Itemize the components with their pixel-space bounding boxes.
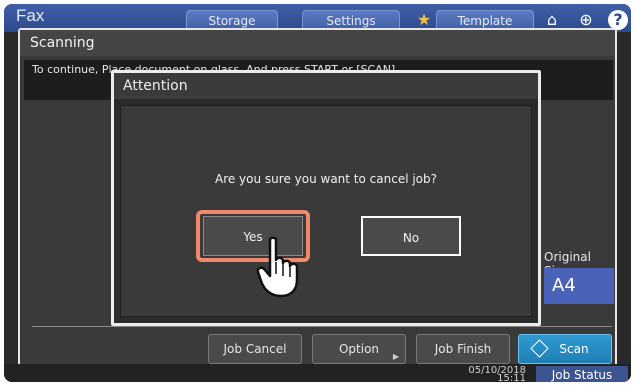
- original-size-value[interactable]: A4: [544, 268, 614, 304]
- scanning-title: Scanning: [20, 30, 615, 56]
- divider: [32, 326, 612, 327]
- attention-message: Are you sure you want to cancel job?: [214, 172, 438, 186]
- job-finish-button[interactable]: Job Finish: [416, 334, 510, 364]
- attention-frame: Attention Are you sure you want to cance…: [114, 73, 538, 323]
- job-cancel-button[interactable]: Job Cancel: [208, 334, 302, 364]
- job-status-button[interactable]: Job Status: [536, 366, 628, 382]
- arrow-right-icon: ▶: [392, 352, 399, 361]
- attention-dialog: Attention Are you sure you want to cance…: [111, 70, 541, 326]
- no-button[interactable]: No: [361, 216, 461, 256]
- clock-time: 15:11: [497, 373, 526, 383]
- option-label: Option: [338, 342, 380, 356]
- star-icon: ★: [416, 10, 432, 29]
- attention-title: Attention: [114, 73, 538, 99]
- home-icon[interactable]: ⌂: [542, 10, 562, 30]
- help-icon[interactable]: ?: [608, 10, 628, 30]
- app-title: Fax: [16, 6, 45, 25]
- attention-body: Are you sure you want to cancel job? Yes…: [120, 105, 532, 317]
- clock: 05/10/2018 15:11: [466, 366, 526, 382]
- scan-button[interactable]: Scan: [518, 334, 612, 364]
- scan-label: Scan: [559, 342, 589, 356]
- hand-pointer-icon: [256, 236, 299, 298]
- option-button[interactable]: Option ▶: [312, 334, 406, 364]
- globe-icon[interactable]: ⊕: [576, 10, 596, 30]
